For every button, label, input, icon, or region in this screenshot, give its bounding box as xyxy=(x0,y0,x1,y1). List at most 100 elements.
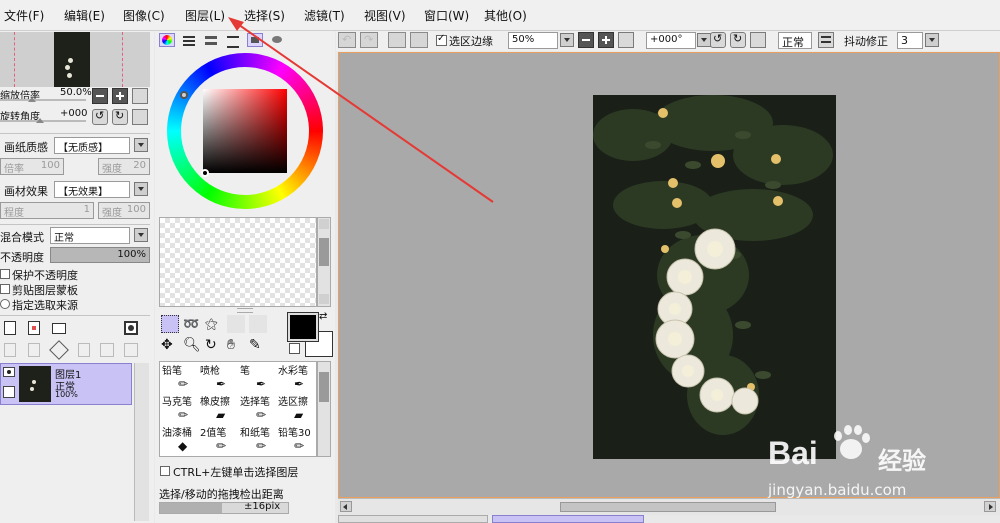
angle-dropdown[interactable] xyxy=(697,33,711,47)
brush-binary-pen[interactable]: 2值笔 ✏ xyxy=(200,424,238,454)
brush-eraser[interactable]: 橡皮擦 ▰ xyxy=(200,393,238,423)
scroll-left-arrow[interactable] xyxy=(340,501,352,512)
new-vector-layer-icon[interactable] xyxy=(28,321,40,335)
ctrl-click-select-checkbox[interactable] xyxy=(160,466,170,476)
color-wheel-tab[interactable] xyxy=(159,33,175,47)
fill-layer-icon[interactable] xyxy=(49,340,69,360)
scroll-right-arrow[interactable] xyxy=(984,501,996,512)
new-layer-icon[interactable] xyxy=(4,321,16,335)
zoom-tool-icon[interactable]: 🔍︎ xyxy=(183,337,201,353)
stabilizer-select[interactable]: 3 xyxy=(897,32,923,49)
menu-layer[interactable]: 图层(L) xyxy=(185,7,225,24)
effect-degree-field[interactable]: 程度 1 xyxy=(0,202,94,219)
menu-select[interactable]: 选择(S) xyxy=(244,7,285,24)
deselect-button[interactable] xyxy=(388,32,406,48)
opacity-slider[interactable]: 100% xyxy=(50,247,150,263)
paper-ratio-field[interactable]: 倍率 100 xyxy=(0,158,64,175)
effect-dropdown[interactable] xyxy=(134,182,148,196)
document-tab-2[interactable] xyxy=(492,515,644,523)
toolbar-rotate-reset-button[interactable] xyxy=(750,32,766,48)
menu-image[interactable]: 图像(C) xyxy=(123,7,165,24)
foreground-color-swatch[interactable] xyxy=(287,312,319,342)
zoom-dropdown[interactable] xyxy=(560,33,574,47)
paper-strength-field[interactable]: 强度 20 xyxy=(98,158,150,175)
rotate-tool-icon[interactable]: ↻ xyxy=(205,337,217,353)
menu-file[interactable]: 文件(F) xyxy=(4,7,44,24)
scroll-thumb[interactable] xyxy=(560,502,776,512)
layer-list-scrollbar[interactable] xyxy=(134,363,149,521)
brush-bucket[interactable]: 油漆桶 ◆ xyxy=(162,424,200,454)
zoom-out-button[interactable] xyxy=(92,88,108,104)
selection-source-radio[interactable] xyxy=(0,299,10,309)
mixer-tab[interactable] xyxy=(225,33,241,48)
menu-edit[interactable]: 编辑(E) xyxy=(64,7,105,24)
clipping-mask-checkbox[interactable] xyxy=(0,284,10,294)
layer-mask-icon[interactable] xyxy=(124,321,138,335)
hue-ring[interactable] xyxy=(167,53,323,209)
move-tool-icon[interactable]: ✥ xyxy=(161,337,173,353)
brush-select-eraser[interactable]: 选区擦 ▰ xyxy=(278,393,316,423)
photo-canvas[interactable] xyxy=(593,95,836,459)
undo-button[interactable]: ↶ xyxy=(338,32,356,48)
brush-washi[interactable]: 和纸笔 ✏ xyxy=(240,424,278,454)
menu-view[interactable]: 视图(V) xyxy=(364,7,406,24)
rgb-slider-tab[interactable] xyxy=(181,33,197,47)
visibility-eye-icon[interactable] xyxy=(3,367,15,377)
paper-texture-select[interactable]: 【无质感】 xyxy=(54,137,130,154)
blend-mode-select[interactable]: 正常 xyxy=(50,227,130,244)
brush-watercolor[interactable]: 水彩笔 ✒ xyxy=(278,362,316,392)
new-folder-icon[interactable] xyxy=(52,323,66,334)
zoom-in-button[interactable] xyxy=(112,88,128,104)
toolbar-rotate-left-button[interactable]: ↺ xyxy=(710,32,726,48)
zoom-reset-button[interactable] xyxy=(132,88,148,104)
toolbar-rotate-right-button[interactable]: ↻ xyxy=(730,32,746,48)
clear-layer-icon[interactable] xyxy=(78,343,90,357)
brush-pen[interactable]: 笔 ✒ xyxy=(240,362,278,392)
angle-select[interactable]: +000° xyxy=(646,32,696,49)
color-picker-handle[interactable] xyxy=(201,169,209,177)
toolbar-zoom-in-button[interactable] xyxy=(598,32,614,48)
effect-select[interactable]: 【无效果】 xyxy=(54,181,130,198)
rotate-right-button[interactable]: ↻ xyxy=(112,109,128,125)
brush-grid-scrollbar[interactable] xyxy=(317,361,331,457)
effect-strength-field[interactable]: 强度 100 xyxy=(98,202,150,219)
swatch-tab[interactable] xyxy=(247,33,263,47)
swatch-scrollbar[interactable] xyxy=(317,217,331,307)
pencil-lock-icon[interactable] xyxy=(3,386,15,398)
view-mode-select[interactable]: 正常 xyxy=(778,32,812,49)
selection-edge-checkbox[interactable]: ✓ xyxy=(436,33,447,46)
rect-select-tool[interactable] xyxy=(161,315,179,333)
stabilizer-dropdown[interactable] xyxy=(925,33,939,47)
swatch-preview-area[interactable] xyxy=(159,217,317,307)
rotate-slider-handle[interactable] xyxy=(36,118,44,123)
zoom-slider[interactable] xyxy=(0,99,86,101)
menu-filter[interactable]: 滤镜(T) xyxy=(304,7,345,24)
drag-distance-slider[interactable]: ±16pix xyxy=(159,501,289,514)
reset-colors-icon[interactable] xyxy=(289,343,300,354)
hand-tool-icon[interactable]: ✋︎ xyxy=(227,337,235,353)
invert-selection-button[interactable] xyxy=(410,32,428,48)
eyedropper-tool-icon[interactable]: ✎ xyxy=(249,337,261,353)
rotate-left-button[interactable]: ↺ xyxy=(92,109,108,125)
merge-down-icon[interactable] xyxy=(28,343,40,357)
panel-grip[interactable] xyxy=(237,308,253,313)
paper-texture-dropdown[interactable] xyxy=(134,138,148,152)
menu-other[interactable]: 其他(O) xyxy=(484,7,527,24)
rotate-reset-button[interactable] xyxy=(132,109,148,125)
redo-button[interactable]: ↷ xyxy=(360,32,378,48)
hsv-slider-tab[interactable] xyxy=(203,33,219,47)
scratchpad-tab[interactable] xyxy=(269,33,285,47)
toolbar-zoom-reset-button[interactable] xyxy=(618,32,634,48)
brush-airbrush[interactable]: 喷枪 ✒ xyxy=(200,362,238,392)
toolbar-zoom-out-button[interactable] xyxy=(578,32,594,48)
menu-window[interactable]: 窗口(W) xyxy=(424,7,469,24)
swap-colors-icon[interactable]: ⇄ xyxy=(319,311,327,322)
brush-pencil30[interactable]: 铅笔30 ✏ xyxy=(278,424,316,454)
transfer-down-icon[interactable] xyxy=(4,343,16,357)
zoom-select[interactable]: 50% xyxy=(508,32,558,49)
blend-mode-dropdown[interactable] xyxy=(134,228,148,242)
hue-handle[interactable] xyxy=(180,91,188,99)
flip-view-button[interactable] xyxy=(818,32,834,48)
document-tab-1[interactable] xyxy=(338,515,488,523)
brush-pencil[interactable]: 铅笔 ✏ xyxy=(162,362,200,392)
